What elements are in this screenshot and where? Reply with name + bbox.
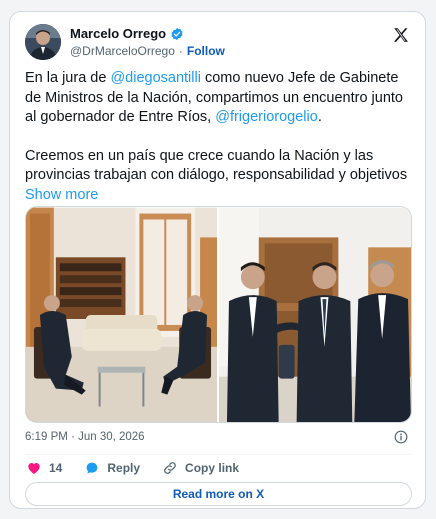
show-more-link[interactable]: Show more <box>25 187 98 203</box>
copy-link-button[interactable]: Copy link <box>162 460 239 476</box>
handle-separator: · <box>178 44 183 58</box>
tweet-paragraph-2: Creemos en un país que crece cuando la N… <box>25 147 413 206</box>
tweet-text-part: . <box>317 109 322 125</box>
tweet-text: En la jura de @diegosantilli como nuevo … <box>25 69 413 205</box>
tweet-date: Jun 30, 2026 <box>78 431 145 443</box>
tweet-time: 6:19 PM <box>25 431 68 443</box>
divider <box>25 454 410 455</box>
avatar[interactable] <box>25 24 61 60</box>
photo-office-meeting[interactable] <box>26 207 217 423</box>
read-more-label: Read more on X <box>172 487 265 501</box>
tweet-card: Marcelo Orrego @DrMarceloOrrego · Follow… <box>9 11 426 509</box>
verified-icon <box>171 27 183 40</box>
tweet-text-part: Creemos en un país que crece cuando la N… <box>25 147 408 184</box>
x-logo-icon[interactable] <box>392 26 410 44</box>
reply-label: Reply <box>107 461 141 475</box>
media-gallery <box>25 206 412 423</box>
reply-button[interactable]: Reply <box>84 460 140 476</box>
timestamp-separator: · <box>71 431 75 443</box>
mention-link[interactable]: @diegosantilli <box>110 70 201 86</box>
handle-row: @DrMarceloOrrego · Follow <box>70 44 225 58</box>
reply-icon <box>87 462 98 474</box>
tweet-actions: 14 Reply Copy link <box>26 460 261 476</box>
info-icon[interactable] <box>394 430 408 444</box>
like-count: 14 <box>49 461 63 475</box>
read-more-button[interactable]: Read more on X <box>25 482 412 506</box>
like-button[interactable]: 14 <box>26 460 62 476</box>
tweet-timestamp[interactable]: 6:19 PM · Jun 30, 2026 <box>25 431 145 443</box>
author-handle[interactable]: @DrMarceloOrrego <box>70 44 175 58</box>
heart-icon <box>28 463 40 474</box>
link-icon <box>164 462 176 474</box>
photo-group-greeting[interactable] <box>219 207 411 423</box>
tweet-text-part: En la jura de <box>25 70 111 86</box>
author-name-row: Marcelo Orrego <box>70 26 184 41</box>
copy-link-label: Copy link <box>185 461 240 475</box>
avatar-image <box>25 24 61 60</box>
follow-link[interactable]: Follow <box>187 44 225 58</box>
author-name[interactable]: Marcelo Orrego <box>70 26 166 41</box>
mention-link[interactable]: @frigeriorogelio <box>215 109 318 125</box>
tweet-paragraph-1: En la jura de @diegosantilli como nuevo … <box>25 69 413 128</box>
